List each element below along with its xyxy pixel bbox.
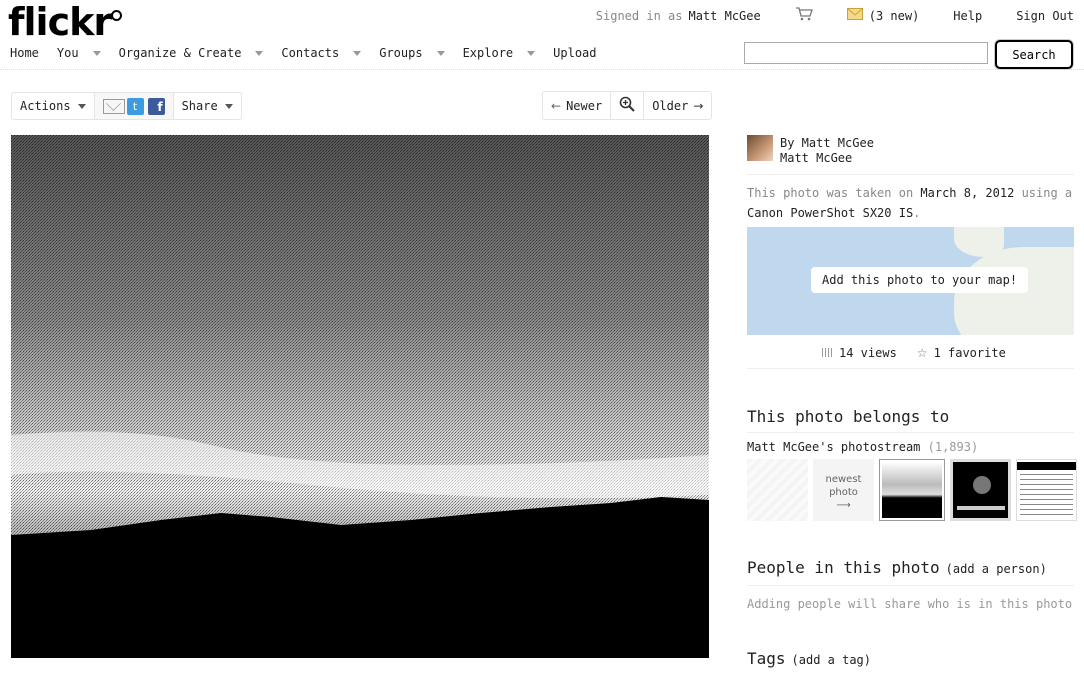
photo-actions-toolbar: Actions t f Share — [11, 92, 242, 120]
photo-taken-info: This photo was taken on March 8, 2012 us… — [747, 186, 1073, 220]
actions-dropdown-icon — [77, 103, 86, 109]
thumbnail-photo[interactable] — [950, 459, 1011, 521]
photo-owner: By Matt McGee Matt McGee — [747, 135, 874, 166]
nav-explore[interactable]: Explore — [463, 46, 536, 60]
mail-count: (3 new) — [868, 8, 920, 23]
nav-groups[interactable]: Groups — [379, 46, 445, 60]
nav-organize-create[interactable]: Organize & Create — [119, 46, 264, 60]
nav-contacts-dropdown-icon[interactable] — [353, 50, 362, 56]
older-button[interactable]: Older → — [644, 92, 711, 119]
share-icons-group: t f — [94, 93, 174, 119]
header-divider — [0, 69, 1084, 70]
twitter-share-icon[interactable]: t — [126, 97, 144, 115]
share-menu-button[interactable]: Share — [174, 93, 241, 119]
nav-contacts[interactable]: Contacts — [281, 46, 362, 60]
mail-link[interactable]: (3 new) — [846, 8, 920, 23]
logo-text: flick — [8, 0, 94, 44]
nav-organize-dropdown-icon[interactable] — [255, 50, 264, 56]
people-heading: People in this photo (add a person) — [747, 558, 1047, 577]
thumbnail-photo[interactable] — [1016, 459, 1077, 521]
sidebar-divider — [747, 174, 1074, 175]
photostream-label[interactable]: Matt McGee's photostream (1,893) — [747, 440, 978, 454]
photo-navigation-toolbar: ← Newer Older → — [542, 91, 713, 120]
add-person-link[interactable]: (add a person) — [946, 562, 1047, 576]
nav-home[interactable]: Home — [10, 46, 39, 60]
photostream-thumbnails: newest photo ⟶ — [747, 459, 1077, 521]
zoom-button[interactable] — [611, 92, 645, 119]
top-account-bar: Signed in as Matt McGee (3 new) Help Sig… — [596, 7, 1074, 24]
sign-out-link[interactable]: Sign Out — [1016, 9, 1074, 23]
views-icon — [822, 348, 833, 357]
belongs-heading: This photo belongs to — [747, 407, 950, 426]
star-icon: ☆ — [916, 346, 928, 360]
main-photo[interactable] — [11, 135, 709, 658]
arrow-right-icon: ⟶ — [836, 500, 851, 511]
flickr-logo[interactable]: flickr — [8, 0, 123, 44]
email-share-icon[interactable] — [102, 98, 125, 114]
tags-heading: Tags (add a tag) — [747, 649, 872, 668]
photo-stats: 14 views ☆ 1 favorite — [822, 346, 1006, 360]
photostream-count: (1,893) — [927, 440, 979, 454]
help-link[interactable]: Help — [953, 9, 982, 23]
newer-button[interactable]: ← Newer — [543, 92, 612, 119]
taken-date-link[interactable]: March 8, 2012 — [920, 186, 1014, 200]
cart-icon[interactable] — [795, 7, 813, 24]
owner-avatar[interactable] — [747, 135, 773, 161]
signed-in-user-link[interactable]: Matt McGee — [688, 9, 760, 23]
sidebar-divider — [747, 585, 1074, 586]
nav-you-dropdown-icon[interactable] — [92, 50, 101, 56]
add-to-map-button[interactable]: Add this photo to your map! — [811, 267, 1029, 293]
add-tag-link[interactable]: (add a tag) — [792, 653, 871, 667]
share-dropdown-icon — [224, 103, 233, 109]
search-button[interactable]: Search — [995, 40, 1073, 69]
logo-dot-icon — [111, 10, 123, 21]
main-nav: Home You Organize & Create Contacts Grou… — [10, 46, 615, 60]
signed-in-status: Signed in as Matt McGee — [596, 9, 761, 23]
actions-menu-button[interactable]: Actions — [12, 93, 95, 119]
sidebar-divider — [747, 432, 1074, 433]
map-land-shape — [954, 227, 1004, 257]
owner-name[interactable]: Matt McGee — [780, 151, 874, 166]
search-input[interactable] — [744, 42, 988, 64]
nav-explore-dropdown-icon[interactable] — [527, 50, 536, 56]
photo-image — [11, 135, 709, 658]
newest-photo-link[interactable]: newest photo ⟶ — [813, 459, 874, 521]
owner-by-line[interactable]: By Matt McGee — [780, 136, 874, 151]
arrow-left-icon: ← — [551, 98, 562, 113]
signed-in-prefix: Signed in as — [595, 8, 683, 23]
thumbnail-current[interactable] — [879, 459, 945, 521]
photo-map[interactable]: Add this photo to your map! — [747, 227, 1074, 335]
nav-groups-dropdown-icon[interactable] — [436, 50, 445, 56]
facebook-share-icon[interactable]: f — [147, 97, 165, 115]
arrow-right-icon: → — [693, 98, 704, 113]
thumbnail-empty — [747, 459, 808, 521]
camera-link[interactable]: Canon PowerShot SX20 IS — [747, 206, 913, 220]
mail-icon — [846, 8, 863, 23]
logo-text-r: r — [93, 0, 112, 44]
nav-you[interactable]: You — [57, 46, 101, 60]
zoom-icon — [619, 96, 635, 115]
nav-upload[interactable]: Upload — [553, 46, 596, 60]
views-stat: 14 views — [822, 346, 897, 360]
sidebar-divider — [747, 368, 1074, 369]
people-note: Adding people will share who is in this … — [747, 597, 1073, 611]
favorites-stat[interactable]: ☆ 1 favorite — [917, 346, 1006, 360]
